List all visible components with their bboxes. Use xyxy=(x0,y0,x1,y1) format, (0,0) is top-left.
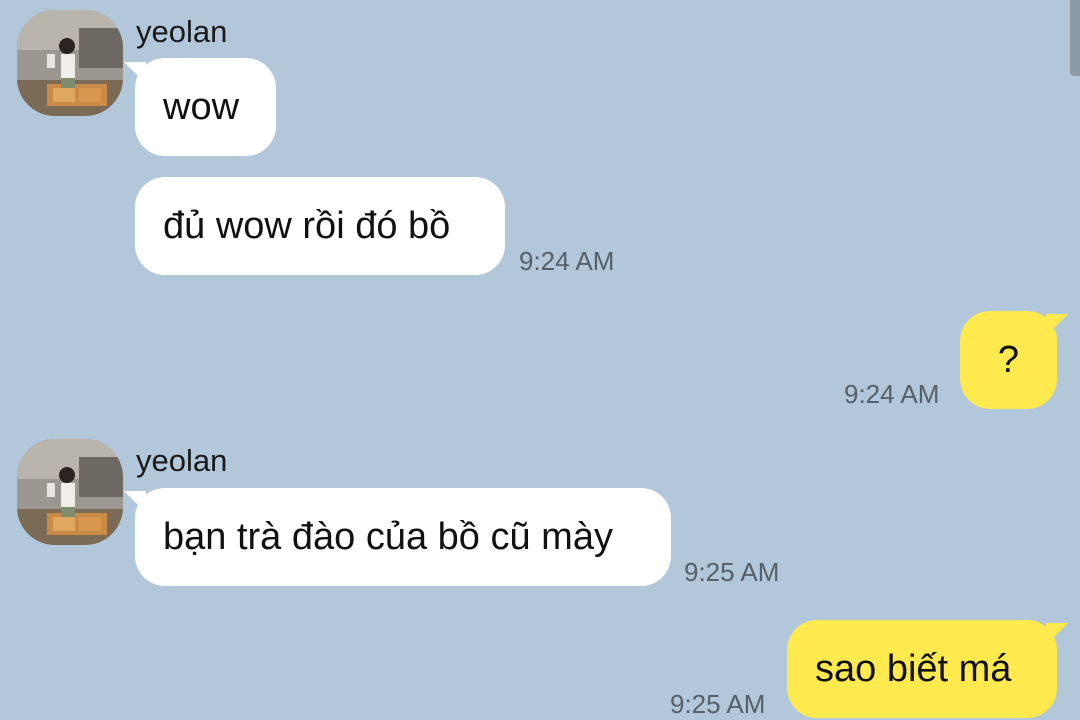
message-text: wow xyxy=(163,86,240,128)
sender-avatar[interactable] xyxy=(17,10,123,116)
message-timestamp: 9:24 AM xyxy=(844,379,940,409)
incoming-message-bubble[interactable]: wow xyxy=(135,58,276,156)
scrollbar-thumb[interactable] xyxy=(1070,0,1080,76)
sender-name: yeolan xyxy=(136,14,228,49)
message-text: ? xyxy=(997,339,1020,381)
outgoing-message-bubble[interactable]: ? xyxy=(960,311,1057,409)
message-timestamp: 9:24 AM xyxy=(519,246,615,276)
incoming-message-bubble[interactable]: bạn trà đào của bồ cũ mày xyxy=(135,488,671,586)
message-text: đủ wow rồi đó bồ xyxy=(163,205,451,247)
message-text: sao biết má xyxy=(815,648,1012,690)
message-timestamp: 9:25 AM xyxy=(670,689,766,719)
message-text: bạn trà đào của bồ cũ mày xyxy=(163,516,613,558)
message-timestamp: 9:25 AM xyxy=(684,557,780,587)
outgoing-message-bubble[interactable]: sao biết má xyxy=(787,620,1057,718)
sender-name: yeolan xyxy=(136,443,228,478)
sender-avatar[interactable] xyxy=(17,439,123,545)
avatar-photo-icon xyxy=(17,10,123,116)
bubble-tail xyxy=(1046,314,1068,336)
bubble-tail xyxy=(1046,623,1068,645)
chat-message-list[interactable]: yeolan wow đủ wow rồi đó bồ 9:24 AM 9:24… xyxy=(0,0,1080,720)
incoming-message-bubble[interactable]: đủ wow rồi đó bồ xyxy=(135,177,505,275)
avatar-photo-icon xyxy=(17,439,123,545)
